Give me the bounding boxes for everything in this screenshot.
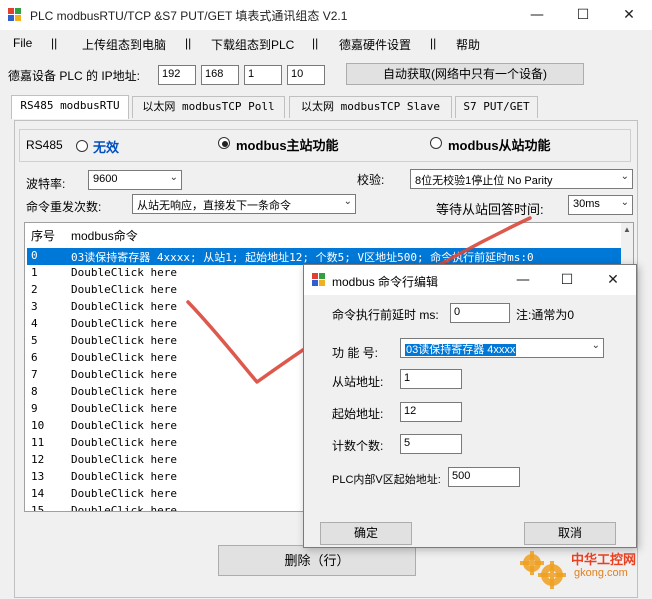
dialog-maximize-icon[interactable]: ☐ xyxy=(544,265,590,295)
dialog-cancel-button[interactable]: 取消 xyxy=(524,522,616,545)
slave-label: 从站地址: xyxy=(332,375,384,389)
count-input[interactable]: 5 xyxy=(400,434,462,454)
dialog-app-icon xyxy=(312,273,326,287)
dialog-title-bar: modbus 命令行编辑 — ☐ ✕ xyxy=(304,265,636,295)
func-label: 功 能 号: xyxy=(332,346,379,360)
delay-input[interactable]: 0 xyxy=(450,303,510,323)
chevron-down-icon: ⌄ xyxy=(591,340,600,351)
func-select[interactable]: 03读保持寄存器 4xxxx ⌄ xyxy=(400,338,604,358)
gear-icon xyxy=(520,551,566,589)
dialog-title: modbus 命令行编辑 xyxy=(332,275,439,289)
watermark-logo: 中华工控网 gkong.com xyxy=(518,547,648,595)
vaddr-input[interactable]: 500 xyxy=(448,467,520,487)
watermark-url: gkong.com xyxy=(574,567,628,579)
dialog-close-icon[interactable]: ✕ xyxy=(590,265,636,295)
dialog-ok-button[interactable]: 确定 xyxy=(320,522,412,545)
command-edit-dialog: modbus 命令行编辑 — ☐ ✕ 命令执行前延时 ms: 0 注:通常为0 … xyxy=(303,264,637,548)
count-label: 计数个数: xyxy=(332,439,384,453)
dialog-minimize-icon[interactable]: — xyxy=(500,265,546,295)
start-input[interactable]: 12 xyxy=(400,402,462,422)
delay-label: 命令执行前延时 ms: xyxy=(332,308,439,322)
vaddr-label: PLC内部V区起始地址: xyxy=(332,474,441,486)
start-label: 起始地址: xyxy=(332,407,384,421)
watermark-text: 中华工控网 xyxy=(571,552,637,567)
slave-input[interactable]: 1 xyxy=(400,369,462,389)
func-value: 03读保持寄存器 4xxxx xyxy=(405,344,517,356)
delay-note: 注:通常为0 xyxy=(516,308,575,322)
